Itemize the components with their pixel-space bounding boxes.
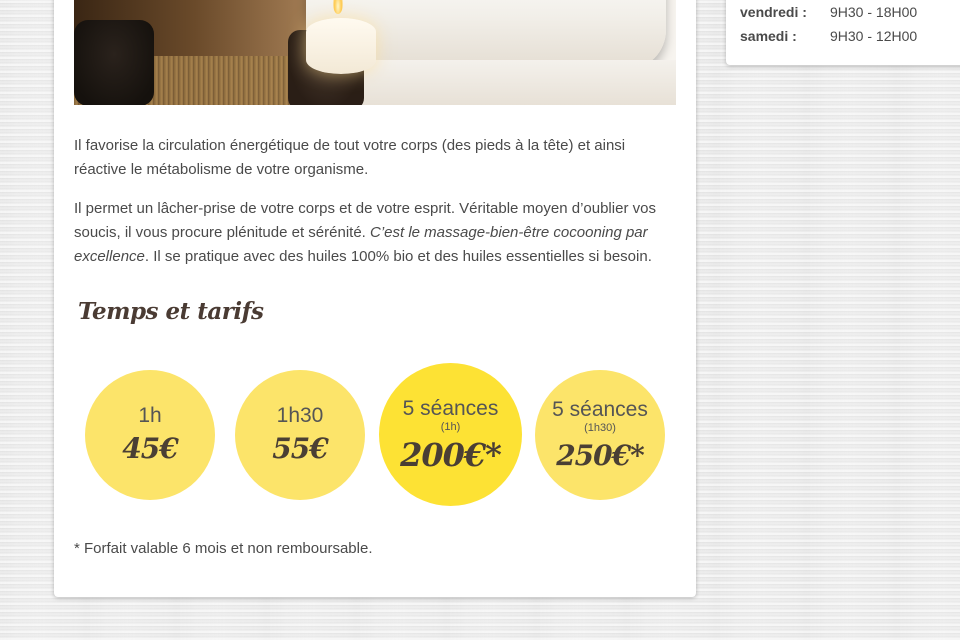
content-card: Il favorise la circulation énergétique d… xyxy=(54,0,696,597)
pricing-footnote: * Forfait valable 6 mois et non rembours… xyxy=(74,540,373,557)
pricing-title: Temps et tarifs xyxy=(78,298,264,325)
massage-photo xyxy=(74,0,676,105)
price-circle-5-sessions-1h30: 5 séances (1h30) 250€* xyxy=(535,370,665,500)
price-amount: 250€* xyxy=(556,438,645,472)
price-duration: 1h30 xyxy=(276,404,324,427)
price-amount: 55€ xyxy=(272,432,328,465)
hours-day: samedi : xyxy=(740,28,797,44)
price-circle-1h30: 1h30 55€ xyxy=(235,370,365,500)
price-amount: 200€* xyxy=(400,436,502,474)
price-amount: 45€ xyxy=(122,432,178,465)
price-duration: 1h xyxy=(138,404,162,427)
price-subtitle: (1h) xyxy=(440,421,461,433)
sheet-shape xyxy=(324,60,676,105)
hours-time: 9H30 - 12H00 xyxy=(830,28,918,44)
stone-bowl-shape xyxy=(74,20,154,105)
hours-time: 9H30 - 18H00 xyxy=(830,4,918,20)
paragraph-2-end: . Il se pratique avec des huiles 100% bi… xyxy=(144,248,652,265)
candle-shape xyxy=(306,18,376,74)
description-paragraph-2: Il permet un lâcher-prise de votre corps… xyxy=(74,197,680,269)
description-paragraph-1: Il favorise la circulation énergétique d… xyxy=(74,137,626,178)
price-duration: 5 séances xyxy=(402,397,499,420)
price-subtitle: (1h30) xyxy=(584,421,616,434)
hours-row: vendredi : 9H30 - 18H00 xyxy=(740,4,917,20)
price-circle-1h: 1h 45€ xyxy=(85,370,215,500)
price-circle-5-sessions-1h: 5 séances (1h) 200€* xyxy=(379,363,522,506)
opening-hours-panel: vendredi : 9H30 - 18H00 samedi : 9H30 - 12… xyxy=(726,0,960,65)
hours-row: samedi : 9H30 - 12H00 xyxy=(740,28,917,44)
price-duration: 5 séances xyxy=(552,397,648,421)
hours-day: vendredi : xyxy=(740,4,807,20)
